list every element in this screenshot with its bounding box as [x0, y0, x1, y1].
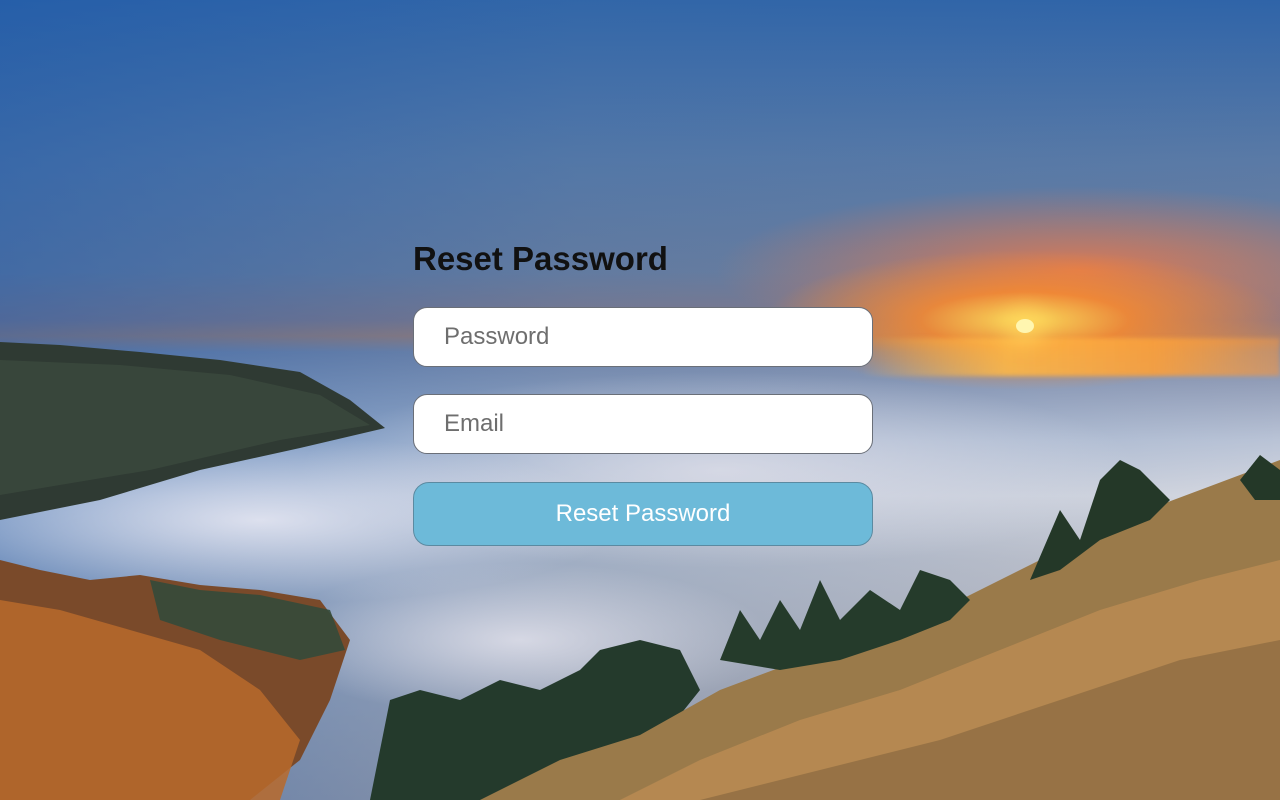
- reset-password-button[interactable]: Reset Password: [413, 482, 873, 546]
- page-title: Reset Password: [413, 240, 668, 277]
- password-field[interactable]: [413, 307, 873, 367]
- email-field[interactable]: [413, 394, 873, 454]
- reset-password-form: Reset Password Reset Password: [413, 236, 873, 546]
